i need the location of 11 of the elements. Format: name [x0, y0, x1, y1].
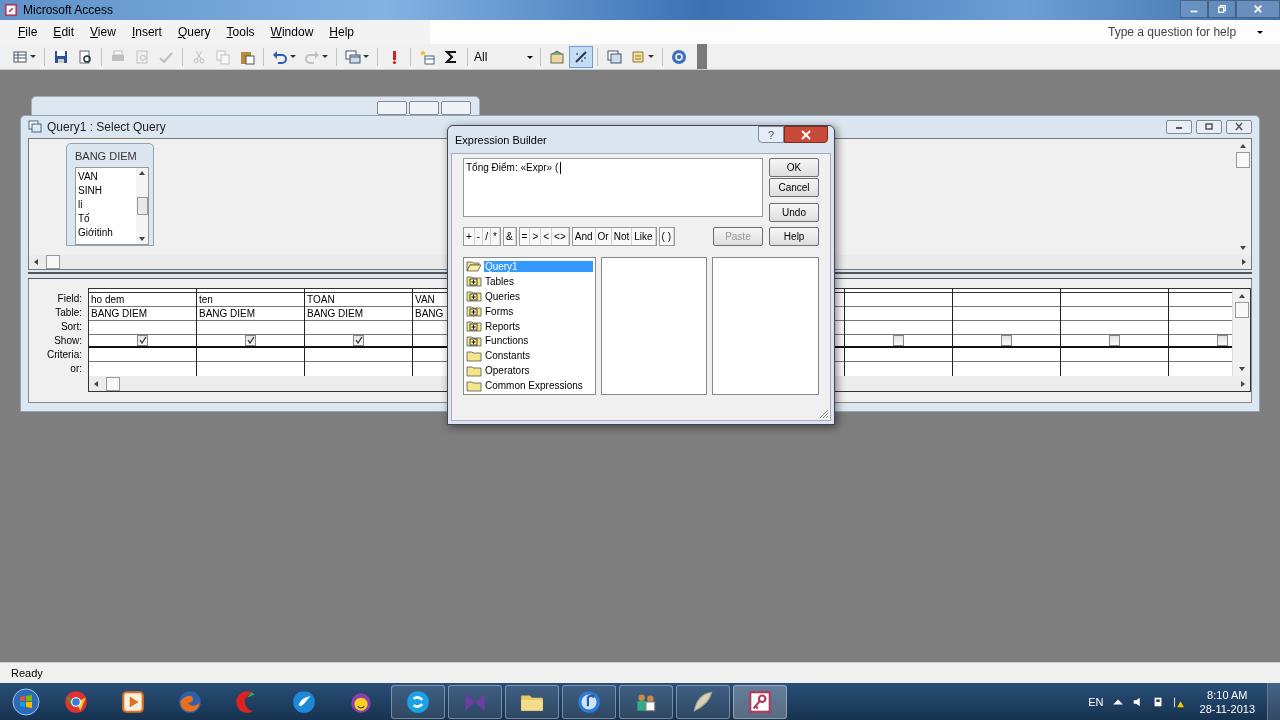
row-label: Field: — [57, 292, 82, 306]
row-label: Sort: — [60, 320, 82, 334]
row-label: or: — [70, 362, 82, 376]
status-text: Ready — [11, 667, 43, 679]
window-title: Microsoft Access — [23, 3, 114, 17]
window-title: Query1 : Select Query — [47, 120, 166, 134]
row-label: Show: — [54, 334, 82, 348]
row-label: Criteria: — [47, 348, 82, 362]
table-name: BANG DIEM — [75, 150, 138, 162]
dialog-title: Expression Builder — [455, 133, 547, 146]
row-label: Table: — [55, 306, 82, 320]
